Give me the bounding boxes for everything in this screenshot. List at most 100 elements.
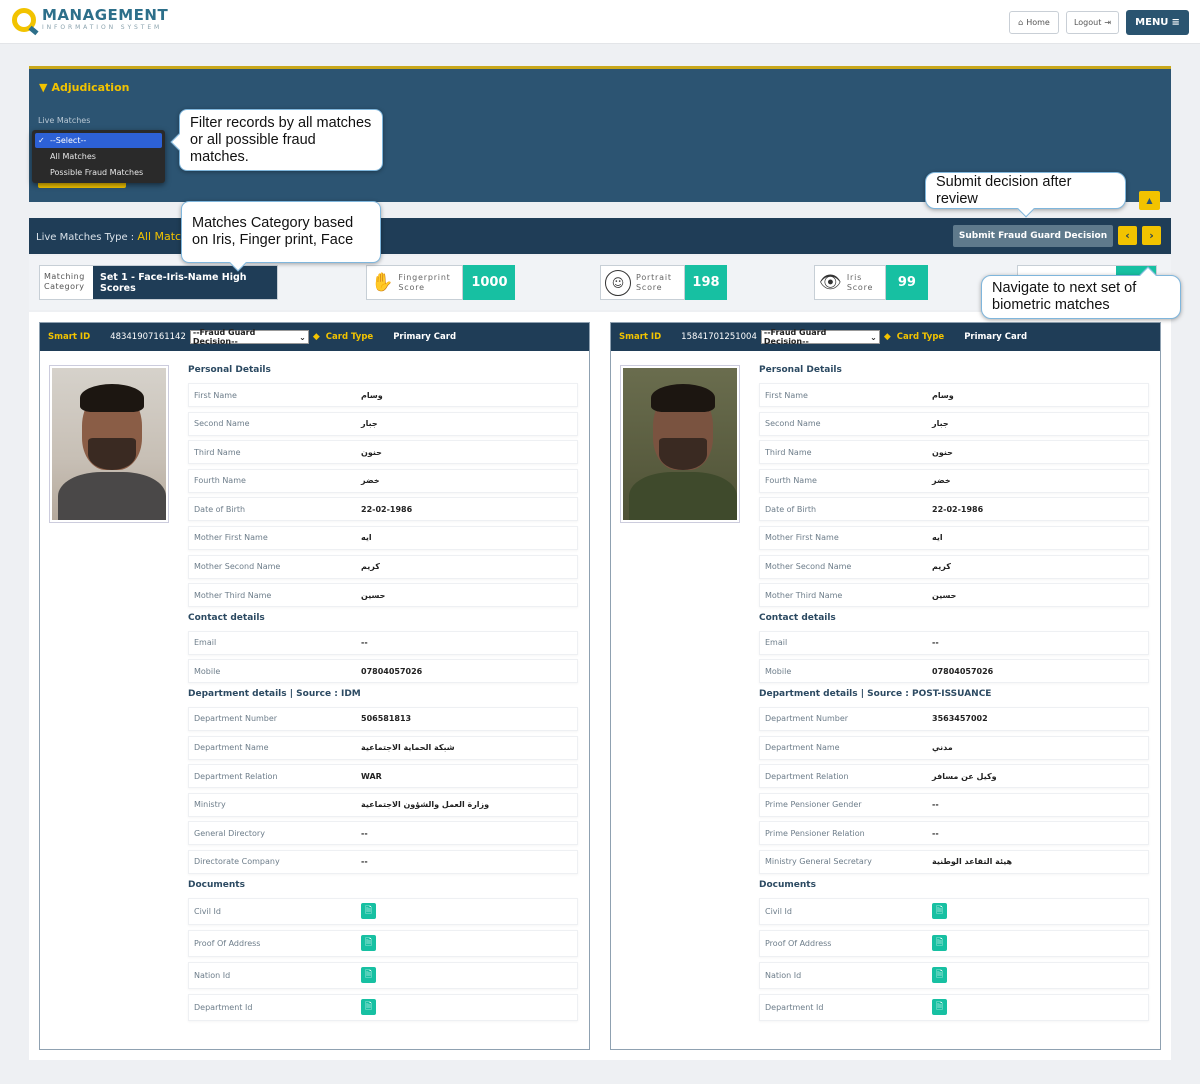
detail-row: Department Number 3563457002 [759,706,1149,731]
filter-icon: ▼ [39,81,48,94]
detail-row: Directorate Company -- [188,849,578,874]
dropdown-option-select[interactable]: ✓ --Select-- [35,133,162,148]
detail-row: First Name وسام [188,383,578,407]
contact-details-title: Contact details [759,612,836,623]
portrait-score-label: Portrait Score [636,272,672,292]
fraud-guard-decision-select[interactable]: --Fraud Guard Decision-- ⌄ [189,328,309,346]
department-details-title: Department details | Source : POST-ISSUA… [759,688,992,699]
detail-row: Mother First Name ايه [759,525,1149,550]
detail-row: Date of Birth 22-02-1986 [759,497,1149,522]
smart-id-label: Smart ID [48,332,91,342]
detail-row: Prime Pensioner Relation -- [759,821,1149,846]
detail-row: Prime Pensioner Gender -- [759,792,1149,817]
live-matches-type: Live Matches Type : All Matches [36,230,201,243]
personal-details-title: Personal Details [759,365,842,375]
iris-score-label: Iris Score [846,272,874,292]
shield-icon: ◆ [312,332,320,342]
previous-match-button[interactable]: ‹ [1118,226,1137,245]
portrait-photo [620,365,740,523]
top-header: MANAGEMENT INFORMATION SYSTEM ⌂ Home Log… [0,0,1200,44]
logout-button[interactable]: Logout ⇥ [1066,11,1119,34]
detail-row: Second Name جبار [188,411,578,436]
document-icon[interactable]: 🗎 [932,967,947,983]
detail-row: Department Relation WAR [188,764,578,789]
portrait-icon: ☺ [605,269,631,296]
record-card-left: Smart ID 48341907161142 --Fraud Guard De… [39,322,590,1050]
contact-details-title: Contact details [188,612,265,623]
dropdown-option-all-matches[interactable]: All Matches [35,149,162,164]
detail-row: Mother Third Name حسين [759,583,1149,608]
document-row: Nation Id 🗎 [188,961,578,989]
detail-row: Department Number 506581813 [188,706,578,731]
document-icon[interactable]: 🗎 [361,935,376,951]
smart-id-label: Smart ID [619,332,662,342]
fingerprint-score-label: Fingerprint Score [398,272,451,292]
callout-filter: Filter records by all matches or all pos… [170,109,383,171]
card-type-label: Card Type [325,332,374,342]
logout-label: Logout [1073,18,1102,27]
shield-icon: ◆ [883,332,891,342]
document-row: Proof Of Address 🗎 [759,929,1149,957]
app-logo[interactable]: MANAGEMENT INFORMATION SYSTEM [12,8,168,32]
document-row: Civil Id 🗎 [759,897,1149,925]
document-icon[interactable]: 🗎 [361,903,376,919]
detail-row: Ministry General Secretary هيئة التقاعد ا… [759,849,1149,874]
collapse-panel-button[interactable]: ▲ [1139,191,1160,210]
document-icon[interactable]: 🗎 [932,999,947,1015]
document-icon[interactable]: 🗎 [361,999,376,1015]
logout-icon: ⇥ [1104,18,1112,27]
detail-row: Mother Third Name حسين [188,583,578,608]
chevron-left-icon: ‹ [1125,229,1130,242]
detail-row: Email -- [759,630,1149,655]
adjudication-title: ▼ Adjudication [39,81,130,94]
document-row: Civil Id 🗎 [188,897,578,925]
chevron-right-icon: › [1149,229,1154,242]
detail-row: Third Name حنون [188,440,578,465]
detail-row: Department Relation وكيل عن مسافر [759,764,1149,789]
smart-id-value: 48341907161142 [110,332,186,342]
document-row: Department Id 🗎 [188,993,578,1021]
portrait-score: ☺ Portrait Score 198 [600,265,727,300]
hand-icon: ✋ [371,272,394,293]
detail-row: Department Name مدني [759,735,1149,760]
detail-row: Fourth Name خضر [188,468,578,493]
chevron-down-icon: ⌄ [870,332,877,342]
card-header: Smart ID 48341907161142 --Fraud Guard De… [40,323,589,351]
detail-row: Mobile 07804057026 [759,659,1149,684]
record-card-right: Smart ID 15841701251004 --Fraud Guard De… [610,322,1161,1050]
detail-row: Second Name جبار [759,411,1149,436]
matching-category-label: Matching Category [44,272,85,291]
detail-row: Email -- [188,630,578,655]
detail-row: Ministry وزارة العمل والشؤون الاجتماعية [188,792,578,817]
detail-row: First Name وسام [759,383,1149,407]
menu-label: MENU [1135,17,1169,28]
detail-row: Mother Second Name كريم [188,554,578,579]
record-details: Personal Details First Name وسام Second N… [759,363,1149,1026]
next-match-button[interactable]: › [1142,226,1161,245]
callout-navigate: Navigate to next set of biometric matche… [981,266,1181,319]
iris-score-value: 99 [885,265,928,300]
document-icon[interactable]: 🗎 [932,903,947,919]
detail-row: Third Name حنون [759,440,1149,465]
logo-title: MANAGEMENT [42,6,169,24]
document-row: Nation Id 🗎 [759,961,1149,989]
documents-title: Documents [188,879,245,890]
detail-row: General Directory -- [188,821,578,846]
callout-category: Matches Category based on Iris, Finger p… [181,201,381,272]
menu-button[interactable]: MENU ≡ [1126,10,1189,35]
document-icon[interactable]: 🗎 [361,967,376,983]
submit-fraud-guard-decision-button[interactable]: Submit Fraud Guard Decision [953,225,1113,247]
document-icon[interactable]: 🗎 [932,935,947,951]
detail-row: Mother Second Name كريم [759,554,1149,579]
personal-details-title: Personal Details [188,365,271,375]
home-button[interactable]: ⌂ Home [1009,11,1059,34]
fraud-guard-decision-select[interactable]: --Fraud Guard Decision-- ⌄ [760,328,880,346]
department-details-title: Department details | Source : IDM [188,688,361,699]
logo-subtitle: INFORMATION SYSTEM [42,24,163,31]
documents-title: Documents [759,879,816,890]
check-icon: ✓ [38,136,45,145]
detail-row: Fourth Name خضر [759,468,1149,493]
live-matches-dropdown[interactable]: ✓ --Select-- All Matches Possible Fraud … [32,130,165,183]
matching-category-value: Set 1 - Face-Iris-Name High Scores [93,266,277,299]
dropdown-option-possible-fraud[interactable]: Possible Fraud Matches [35,165,162,180]
